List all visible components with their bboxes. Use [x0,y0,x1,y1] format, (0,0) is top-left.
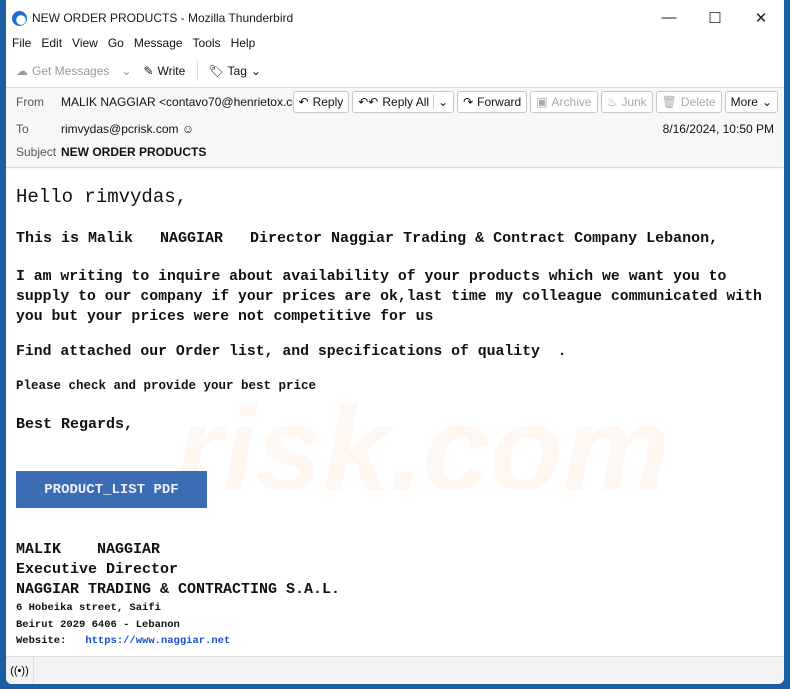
chevron-down-icon: ⌄ [121,63,132,78]
menu-tools[interactable]: Tools [193,36,221,54]
archive-icon: ▣ [536,95,548,109]
paragraph-line: I am writing to inquire about availabili… [16,269,727,285]
greeting: Hello rimvydas, [16,186,188,208]
get-messages-label: Get Messages [32,63,110,78]
reply-icon: ↶ [298,95,309,109]
menu-go[interactable]: Go [108,36,124,54]
intro-line: This is Malik NAGGIAR Director Naggiar T… [16,230,719,247]
to-value[interactable]: rimvydas@pcrisk.com [61,122,179,136]
junk-button[interactable]: ♨ Junk [600,91,653,113]
get-messages-dropdown[interactable]: ⌄ [121,64,131,78]
minimize-button[interactable]: — [646,9,692,27]
reply-all-label: Reply All [382,95,430,109]
to-label: To [16,122,29,136]
thunderbird-logo-icon [12,10,27,26]
get-messages-button[interactable]: ☁ Get Messages [16,64,109,78]
reply-all-button[interactable]: ↶↶ Reply All ⌄ [352,91,455,113]
from-value[interactable]: MALIK NAGGIAR <contavo70@henrietox.com> [61,95,316,109]
maximize-button[interactable]: ☐ [692,9,738,27]
signature-title: Executive Director [16,561,179,578]
signature-street: 6 Hobeika street, Saifi [16,602,161,614]
paragraph-line: supply to our company if your prices are… [16,289,762,305]
reply-all-icon: ↶↶ [358,95,379,109]
menu-view[interactable]: View [72,36,98,54]
menu-message[interactable]: Message [134,36,183,54]
reply-button[interactable]: ↶ Reply [292,91,350,113]
tag-label: Tag [227,63,247,78]
divider [197,60,199,81]
forward-label: Forward [477,95,522,109]
subject-value: NEW ORDER PRODUCTS [61,145,207,159]
trash-icon: 🗑 [661,95,677,109]
archive-label: Archive [551,95,592,109]
thunderbird-window: NEW ORDER PRODUCTS - Mozilla Thunderbird… [6,0,784,684]
forward-icon: ↷ [463,95,474,109]
title-bar: NEW ORDER PRODUCTS - Mozilla Thunderbird… [6,0,784,36]
archive-button[interactable]: ▣ Archive [530,91,598,113]
menu-bar: File Edit View Go Message Tools Help [6,36,784,54]
subject-label: Subject [16,145,57,159]
from-label: From [16,95,44,109]
signature-city: Beirut 2029 6406 - Lebanon [16,619,180,631]
website-link[interactable]: https://www.naggiar.net [85,635,230,647]
flame-icon: ♨ [606,95,618,109]
message-date: 8/16/2024, 10:50 PM [662,122,774,136]
window-title: NEW ORDER PRODUCTS - Mozilla Thunderbird [32,11,294,25]
more-button[interactable]: More ⌄ [724,91,778,113]
pencil-icon: ✎ [143,63,154,78]
junk-label: Junk [621,95,647,109]
signature-name: MALIK NAGGIAR [16,541,161,558]
chevron-down-icon: ⌄ [250,63,261,78]
product-list-pdf-button[interactable]: PRODUCT_LIST PDF [16,471,207,508]
chevron-down-icon: ⌄ [761,95,772,109]
more-label: More [730,95,758,109]
write-label: Write [157,63,186,78]
close-button[interactable]: ✕ [738,9,784,27]
forward-button[interactable]: ↷ Forward [457,91,528,113]
menu-edit[interactable]: Edit [41,36,62,54]
attachment-note: Find attached our Order list, and specif… [16,344,567,360]
tag-button[interactable]: 🏷 Tag ⌄ [208,64,261,78]
contact-icon[interactable]: ☺ [182,122,194,136]
menu-help[interactable]: Help [231,36,256,54]
price-request: Please check and provide your best price [16,379,317,393]
message-body: risk.com Hello rimvydas, This is Malik N… [6,170,784,656]
signature-company: NAGGIAR TRADING & CONTRACTING S.A.L. [16,581,341,598]
delete-label: Delete [680,95,716,109]
write-button[interactable]: ✎ Write [143,64,185,78]
chevron-down-icon[interactable]: ⌄ [433,95,448,109]
status-bar: ((•)) [6,656,784,684]
cloud-download-icon: ☁ [16,63,28,78]
reply-label: Reply [312,95,344,109]
menu-file[interactable]: File [12,36,31,54]
online-status-icon[interactable]: ((•)) [6,657,34,684]
message-header: From MALIK NAGGIAR <contavo70@henrietox.c… [6,88,784,168]
toolbar: ☁ Get Messages ⌄ ✎ Write 🏷 Tag ⌄ [6,54,784,88]
paragraph-line: you but your prices were not competitive… [16,309,434,325]
tag-icon: 🏷 [208,63,224,78]
regards: Best Regards, [16,416,134,433]
watermark: risk.com [176,382,670,516]
website-label: Website: [16,635,67,647]
delete-button[interactable]: 🗑 Delete [655,91,722,113]
